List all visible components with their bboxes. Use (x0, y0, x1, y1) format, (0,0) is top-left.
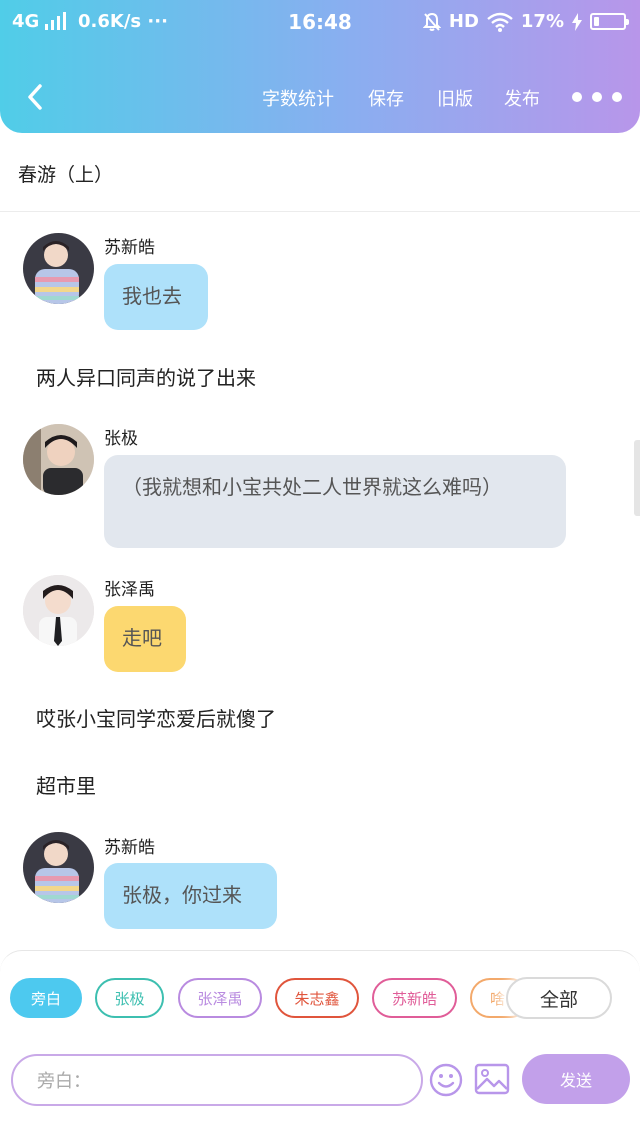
status-right: HD 17% (422, 11, 629, 32)
avatar-zhang-zeyu[interactable] (23, 575, 94, 646)
top-header: 4G 0.6K/s ··· 16:48 HD 17% 字数统计 保存 旧版 发布 (0, 0, 640, 133)
dialog-bubble[interactable]: 张极，你过来 (104, 863, 277, 929)
speaker-name: 张极 (104, 429, 138, 449)
old-version-button[interactable]: 旧版 (437, 85, 473, 111)
narration-text[interactable]: 两人异口同声的说了出来 (36, 362, 256, 391)
dialog-bubble[interactable]: 走吧 (104, 606, 186, 672)
back-arrow-icon[interactable] (22, 82, 50, 112)
character-chip-narrator[interactable]: 旁白 (10, 978, 82, 1018)
emoji-icon[interactable] (429, 1063, 463, 1097)
publish-button[interactable]: 发布 (504, 85, 540, 111)
dialog-bubble[interactable]: 我也去 (104, 264, 208, 330)
word-count-button[interactable]: 字数统计 (262, 85, 334, 111)
more-options-icon[interactable] (572, 92, 622, 102)
editor-toolbar: 字数统计 保存 旧版 发布 (0, 76, 640, 118)
speaker-name: 张泽禹 (104, 580, 155, 600)
hd-indicator: HD (448, 11, 479, 32)
message-input[interactable]: 旁白： (11, 1054, 423, 1106)
character-chip-zhu-zhixin[interactable]: 朱志鑫 (275, 978, 359, 1018)
battery-icon (590, 13, 629, 30)
all-characters-button[interactable]: 全部 (506, 977, 612, 1019)
narration-text[interactable]: 超市里 (36, 770, 96, 799)
speaker-name: 苏新皓 (104, 238, 155, 258)
status-bar: 4G 0.6K/s ··· 16:48 HD 17% (0, 0, 640, 44)
narration-text[interactable]: 哎张小宝同学恋爱后就傻了 (36, 703, 276, 732)
character-chip-zhang-zeyu[interactable]: 张泽禹 (178, 978, 262, 1018)
avatar-zhang-ji[interactable] (23, 424, 94, 495)
wifi-icon (487, 12, 513, 32)
save-button[interactable]: 保存 (368, 85, 404, 111)
charging-icon (572, 12, 582, 31)
bell-off-icon (422, 12, 441, 31)
image-icon[interactable] (474, 1063, 510, 1095)
compose-panel: 旁白 张极 张泽禹 朱志鑫 苏新皓 啥 全部 旁白： 发送 (0, 950, 640, 1138)
story-title-row[interactable]: 春游（上） (0, 133, 640, 212)
avatar-su-xinhao[interactable] (23, 832, 94, 903)
dialog-bubble[interactable]: （我就想和小宝共处二人世界就这么难吗） (104, 455, 566, 548)
scrollbar[interactable] (634, 440, 640, 516)
character-chip-su-xinhao[interactable]: 苏新皓 (372, 978, 457, 1018)
battery-percent: 17% (520, 11, 564, 32)
avatar-su-xinhao[interactable] (23, 233, 94, 304)
speaker-name: 苏新皓 (104, 838, 155, 858)
character-chip-zhang-ji[interactable]: 张极 (95, 978, 164, 1018)
send-button[interactable]: 发送 (522, 1054, 630, 1104)
story-title: 春游（上） (18, 164, 114, 186)
